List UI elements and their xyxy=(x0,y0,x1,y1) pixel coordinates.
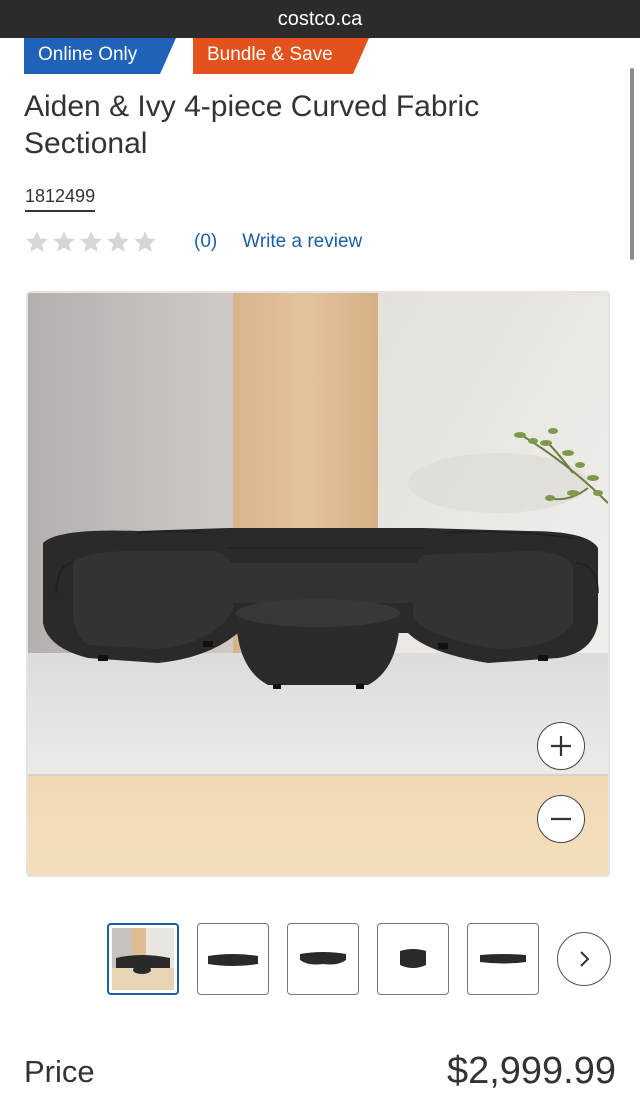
url-text: costco.ca xyxy=(277,7,363,30)
star-icon xyxy=(24,229,50,255)
thumbnail-sofa-angle xyxy=(300,952,346,965)
online-only-badge: Online Only xyxy=(24,38,176,74)
thumbnail-3[interactable] xyxy=(287,923,359,995)
star-icon xyxy=(105,229,131,255)
thumbnail-2[interactable] xyxy=(197,923,269,995)
thumbnail-5[interactable] xyxy=(467,923,539,995)
thumbnail-sofa-front xyxy=(208,954,258,966)
rating-row: (0) Write a review xyxy=(24,226,362,258)
star-rating xyxy=(24,229,159,255)
page-scrollbar[interactable] xyxy=(630,68,634,260)
price-row: Price $2,999.99 xyxy=(24,1050,616,1093)
chevron-right-icon xyxy=(580,951,590,967)
zoom-in-button[interactable] xyxy=(537,722,585,770)
price-label: Price xyxy=(24,1053,95,1089)
plus-icon xyxy=(551,736,571,756)
browser-address-bar[interactable]: costco.ca xyxy=(0,0,640,38)
star-icon xyxy=(132,229,158,255)
thumbnail-room-image xyxy=(112,928,174,990)
thumbnail-1[interactable] xyxy=(107,923,179,995)
minus-icon xyxy=(551,817,571,821)
product-image[interactable] xyxy=(26,291,610,877)
star-icon xyxy=(51,229,77,255)
review-count[interactable]: (0) xyxy=(194,231,217,253)
thumbnail-4[interactable] xyxy=(377,923,449,995)
bundle-save-badge: Bundle & Save xyxy=(193,38,369,74)
zoom-out-button[interactable] xyxy=(537,795,585,843)
thumbnail-strip xyxy=(107,923,557,995)
sofa-product-image xyxy=(28,293,608,875)
star-icon xyxy=(78,229,104,255)
item-number: 1812499 xyxy=(25,186,96,212)
badge-row: Online Only Bundle & Save xyxy=(24,38,369,74)
write-review-link[interactable]: Write a review xyxy=(242,231,362,253)
product-title: Aiden & Ivy 4-piece Curved Fabric Sectio… xyxy=(24,90,480,160)
thumbnail-ottoman xyxy=(400,949,426,968)
price-value: $2,999.99 xyxy=(446,1050,616,1092)
thumbnail-next-button[interactable] xyxy=(557,932,611,986)
thumbnail-sofa-piece xyxy=(480,954,526,964)
